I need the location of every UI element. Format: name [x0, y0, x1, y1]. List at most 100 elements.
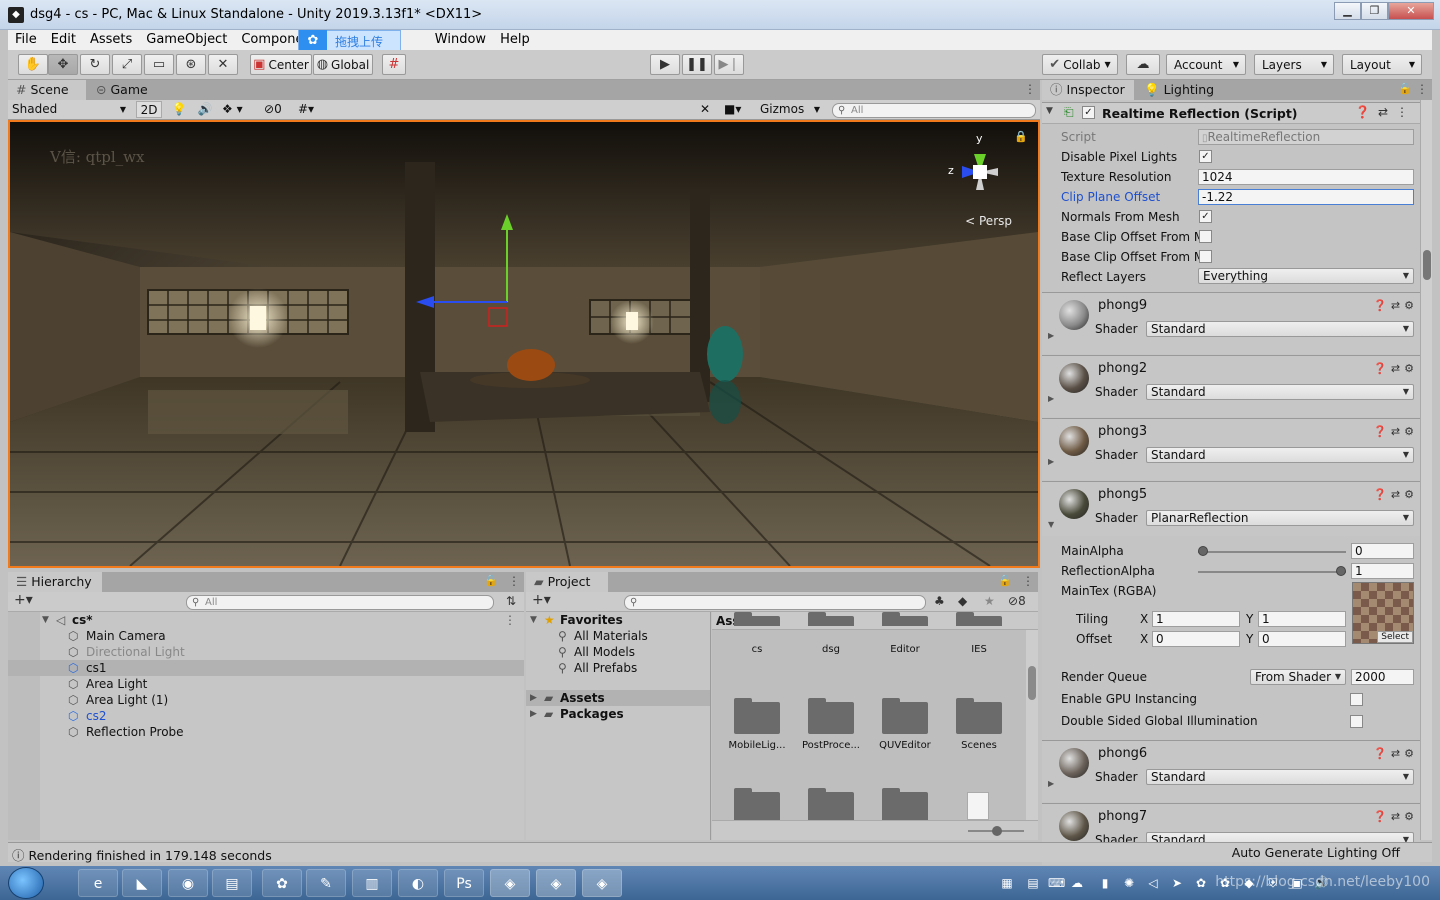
tab-project[interactable]: ▰ Project: [526, 572, 608, 592]
asset-folder[interactable]: Editor: [870, 612, 940, 655]
hidden-packages-toggle[interactable]: ⊘8: [1008, 594, 1026, 608]
maximize-button[interactable]: ❐: [1361, 2, 1388, 20]
tab-game[interactable]: ⊝ Game: [88, 80, 154, 100]
main-alpha-input[interactable]: 0: [1351, 543, 1414, 559]
asset-folder[interactable]: [722, 788, 792, 824]
drag-upload-widget[interactable]: ✿ 拖拽上传: [298, 30, 401, 52]
reflect-layers-dropdown[interactable]: Everything ▼: [1198, 268, 1414, 284]
texture-select-button[interactable]: Select: [1377, 631, 1413, 643]
taskbar-unity-icon[interactable]: ◈: [536, 869, 576, 897]
tab-scene[interactable]: # Scene: [8, 80, 86, 100]
shading-mode-dropdown[interactable]: Shaded ▼: [12, 101, 128, 118]
tray-icon[interactable]: ▦: [1000, 876, 1014, 890]
presets-icon[interactable]: ⇄: [1378, 105, 1396, 119]
component-header[interactable]: ▼ ⎗ ✓ Realtime Reflection (Script) ❓⇄⋮: [1042, 102, 1420, 124]
shader-dropdown[interactable]: Standard ▼: [1146, 384, 1414, 400]
menu-assets[interactable]: Assets: [83, 30, 139, 50]
taskbar-explorer-icon[interactable]: ▤: [212, 869, 252, 897]
menu-window[interactable]: Window: [428, 30, 493, 50]
pause-button[interactable]: ❚❚: [682, 54, 712, 75]
hierarchy-item[interactable]: ⬡ Area Light (1): [8, 692, 524, 708]
shader-dropdown[interactable]: Standard ▼: [1146, 321, 1414, 337]
cloud-button[interactable]: ☁: [1126, 54, 1160, 75]
hidden-objects-toggle[interactable]: ⊘0: [264, 101, 294, 118]
lock-icon[interactable]: 🔒: [998, 574, 1012, 587]
assets-root-row[interactable]: ▶ ▰ Assets: [526, 690, 710, 706]
render-queue-dropdown[interactable]: From Shader ▼: [1250, 669, 1346, 685]
asset-folder[interactable]: cs: [722, 612, 792, 655]
auto-lighting-status[interactable]: Auto Generate Lighting Off: [1232, 845, 1400, 860]
scroll-thumb[interactable]: [1028, 666, 1036, 700]
texture-resolution-input[interactable]: 1024: [1198, 169, 1414, 185]
hierarchy-search-input[interactable]: ⚲ All: [186, 595, 494, 610]
hierarchy-item[interactable]: ⬡ Area Light: [8, 676, 524, 692]
maintex-thumbnail[interactable]: Select: [1352, 582, 1414, 644]
material-foldout-arrow-icon[interactable]: ▼: [1048, 520, 1054, 529]
gear-icon[interactable]: ⚙: [1404, 299, 1418, 312]
reflection-alpha-slider-knob[interactable]: [1336, 566, 1346, 576]
taskbar-editor-icon[interactable]: ✎: [306, 869, 346, 897]
audio-toggle-icon[interactable]: 🔊: [196, 101, 214, 118]
tray-icon[interactable]: ✺: [1122, 876, 1136, 890]
rotate-tool-button[interactable]: ↻: [80, 54, 110, 75]
menu-file[interactable]: File: [8, 30, 44, 50]
shader-dropdown[interactable]: PlanarReflection ▼: [1146, 510, 1414, 526]
rect-tool-button[interactable]: ▭: [144, 54, 174, 75]
expand-arrow-icon[interactable]: ▶: [530, 690, 537, 706]
asset-folder[interactable]: [796, 788, 866, 824]
asset-folder[interactable]: IES: [944, 612, 1014, 655]
battery-icon[interactable]: ▮: [1098, 876, 1112, 890]
step-button[interactable]: ▶❘: [714, 54, 744, 75]
tiling-y-input[interactable]: 1: [1258, 611, 1346, 627]
material-foldout-arrow-icon[interactable]: ▶: [1048, 394, 1054, 403]
presets-icon[interactable]: ⇄: [1391, 362, 1404, 375]
tray-icon[interactable]: ✿: [1194, 876, 1208, 890]
material-foldout-arrow-icon[interactable]: ▶: [1048, 457, 1054, 466]
reflection-alpha-slider[interactable]: [1198, 571, 1346, 573]
favorite-item[interactable]: ⚲ All Prefabs: [526, 660, 710, 676]
tray-icon[interactable]: ➤: [1170, 876, 1184, 890]
gizmos-dropdown[interactable]: Gizmos ▼: [758, 101, 824, 118]
gear-icon[interactable]: ⚙: [1404, 425, 1418, 438]
scene-search-input[interactable]: ⚲ All: [832, 103, 1036, 118]
base-clip-offset-1-checkbox[interactable]: [1199, 230, 1212, 243]
panel-menu-icon[interactable]: ⋮: [1416, 82, 1428, 96]
gear-icon[interactable]: ⚙: [1404, 362, 1418, 375]
move-tool-button[interactable]: ✥: [48, 54, 78, 75]
tab-inspector[interactable]: ⓘ Inspector: [1042, 80, 1134, 100]
packages-root-row[interactable]: ▶ ▰ Packages: [526, 706, 710, 722]
material-foldout-arrow-icon[interactable]: ▶: [1048, 779, 1054, 788]
presets-icon[interactable]: ⇄: [1391, 810, 1404, 823]
create-asset-button[interactable]: +▾: [532, 592, 551, 608]
scene-viewport[interactable]: V信: qtpl_wx y z 🔒 < Persp: [8, 120, 1040, 568]
presets-icon[interactable]: ⇄: [1391, 747, 1404, 760]
normals-from-mesh-checkbox[interactable]: ✓: [1199, 210, 1212, 223]
presets-icon[interactable]: ⇄: [1391, 488, 1404, 501]
help-icon[interactable]: ❓: [1373, 362, 1391, 375]
gear-icon[interactable]: ⚙: [1404, 810, 1418, 823]
tray-icon[interactable]: ☁: [1070, 876, 1084, 890]
clip-plane-offset-input[interactable]: -1.22: [1198, 189, 1414, 205]
hierarchy-item[interactable]: ⬡ cs1: [8, 660, 524, 676]
close-button[interactable]: ✕: [1388, 2, 1434, 20]
main-alpha-slider[interactable]: [1198, 551, 1346, 553]
material-foldout-arrow-icon[interactable]: ▶: [1048, 331, 1054, 340]
scene-visibility-icon[interactable]: ⇅: [506, 594, 516, 608]
main-alpha-slider-knob[interactable]: [1198, 546, 1208, 556]
taskbar-unity-icon[interactable]: ◈: [582, 869, 622, 897]
expand-arrow-icon[interactable]: ▼: [530, 612, 537, 628]
tab-lighting[interactable]: 💡 Lighting: [1136, 80, 1226, 100]
offset-x-input[interactable]: 0: [1152, 631, 1240, 647]
hierarchy-item[interactable]: ⬡ Main Camera: [8, 628, 524, 644]
custom-tool-button[interactable]: ✕: [208, 54, 238, 75]
component-enabled-checkbox[interactable]: ✓: [1082, 106, 1095, 119]
more-menu-icon[interactable]: ⋮: [1396, 105, 1416, 119]
asset-folder[interactable]: PostProce...: [796, 698, 866, 751]
tray-icon[interactable]: ▤: [1026, 876, 1040, 890]
taskbar-photoshop-icon[interactable]: Ps: [444, 869, 484, 897]
menu-help[interactable]: Help: [493, 30, 537, 50]
snap-grid-button[interactable]: #: [382, 54, 406, 75]
pivot-global-button[interactable]: ◍ Global: [313, 54, 373, 75]
hierarchy-item[interactable]: ⬡ cs2: [8, 708, 524, 724]
tray-icon[interactable]: ⌨: [1048, 876, 1065, 890]
